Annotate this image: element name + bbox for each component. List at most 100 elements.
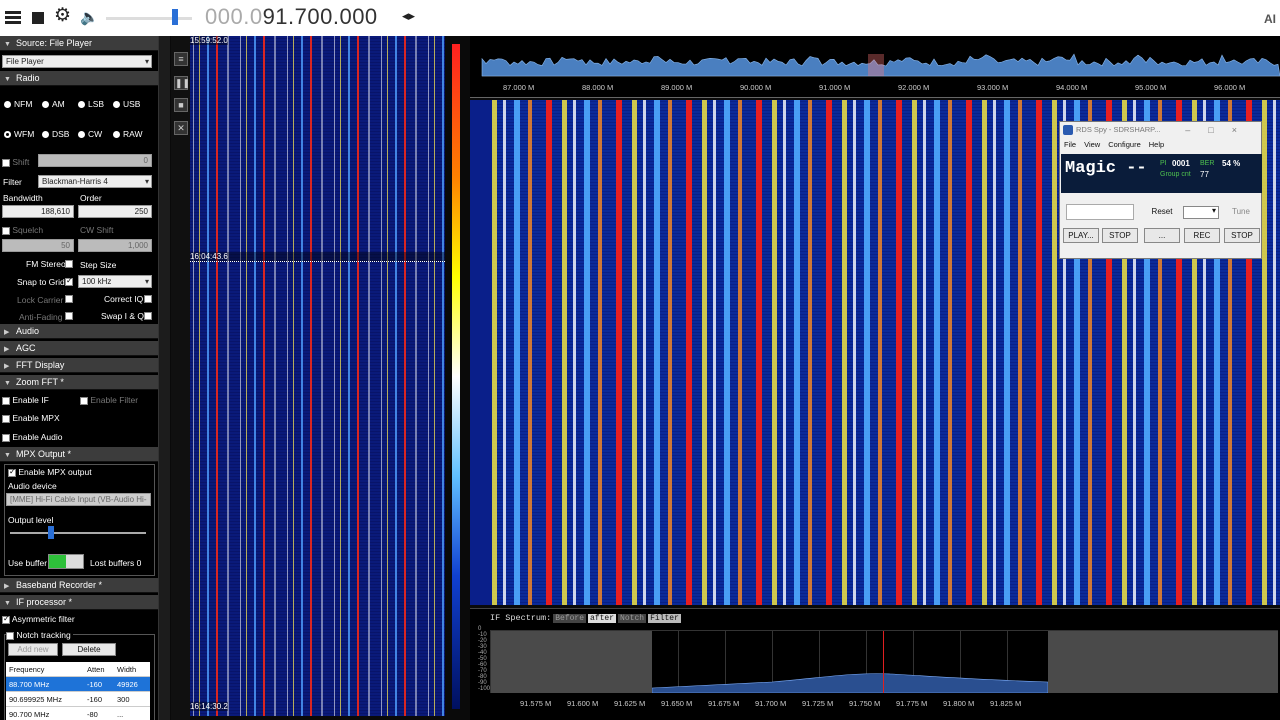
output-level-track[interactable]: [10, 532, 146, 534]
section-radio[interactable]: ▼ Radio: [0, 71, 158, 86]
section-zoom-fft[interactable]: ▼ Zoom FFT *: [0, 375, 158, 390]
enable-filter-checkbox[interactable]: Enable Filter: [80, 395, 138, 405]
rds-group-cnt-value: 77: [1200, 170, 1209, 179]
spectrum-tick-label: 92.000 M: [898, 83, 930, 92]
swap-iq-checkbox[interactable]: [144, 312, 152, 320]
if-tab-notch[interactable]: Notch: [618, 614, 647, 623]
rds-play-button[interactable]: PLAY...: [1063, 228, 1099, 243]
menu-view[interactable]: View: [1084, 140, 1100, 149]
rds-spy-window[interactable]: RDS Spy - SDRSHARP... –□× File View Configu…: [1059, 121, 1262, 259]
rds-title-bar[interactable]: RDS Spy - SDRSHARP... –□×: [1060, 122, 1261, 138]
mode-lsb[interactable]: LSB: [78, 99, 104, 109]
if-tick-label: 91.800 M: [943, 699, 975, 708]
menu-file[interactable]: File: [1064, 140, 1076, 149]
table-row[interactable]: 90.699925 MHz -160 300: [6, 692, 150, 707]
if-tab-filter[interactable]: Filter: [648, 614, 681, 623]
section-radio-label: Radio: [16, 73, 40, 83]
snap-grid-checkbox[interactable]: [65, 276, 73, 286]
anti-fading-checkbox[interactable]: [65, 312, 73, 320]
frequency-step-arrows-icon[interactable]: ◂▸: [402, 8, 415, 24]
table-header: Frequency Atten Width: [6, 662, 150, 677]
shift-checkbox[interactable]: Shift: [2, 157, 29, 167]
mpx-waterfall[interactable]: [190, 36, 445, 716]
mode-nfm[interactable]: NFM: [4, 99, 32, 109]
section-agc[interactable]: ▶ AGC: [0, 341, 158, 356]
hamburger-menu-icon[interactable]: [4, 9, 22, 27]
rds-combo-select[interactable]: ▾: [1183, 206, 1219, 219]
if-tab-after[interactable]: after: [588, 614, 617, 623]
if-tick-label: 91.700 M: [755, 699, 787, 708]
speaker-icon[interactable]: 🔈: [80, 8, 99, 26]
section-fft-display[interactable]: ▶ FFT Display: [0, 358, 158, 373]
enable-mpx-output-checkbox[interactable]: Enable MPX output: [8, 467, 92, 477]
menu-configure[interactable]: Configure: [1108, 140, 1141, 149]
output-level-thumb[interactable]: [47, 526, 54, 539]
expand-triangle-icon: ▶: [4, 363, 10, 370]
add-new-button[interactable]: Add new: [8, 643, 58, 656]
window-controls-icon[interactable]: –□×: [1185, 122, 1255, 138]
lost-buffers-label: Lost buffers 0: [90, 558, 142, 568]
waterfall-time-top: 15:59:52.0: [190, 36, 228, 45]
fm-stereo-checkbox[interactable]: [65, 260, 73, 268]
control-panel-scrollbar[interactable]: [158, 36, 170, 720]
section-audio[interactable]: ▶ Audio: [0, 324, 158, 339]
enable-audio-checkbox[interactable]: Enable Audio: [2, 432, 62, 442]
collapse-triangle-icon: ▼: [4, 380, 11, 387]
correct-iq-checkbox[interactable]: [144, 295, 152, 303]
asym-filter-checkbox[interactable]: Asymmetric filter: [2, 614, 75, 624]
enable-if-checkbox[interactable]: Enable IF: [2, 395, 49, 405]
mode-am[interactable]: AM: [42, 99, 65, 109]
rds-slider[interactable]: [1066, 204, 1134, 220]
cw-shift-input[interactable]: 1,000: [78, 239, 152, 252]
filter-label: Filter: [3, 177, 22, 187]
rds-stop-button[interactable]: STOP: [1102, 228, 1138, 243]
order-input[interactable]: 250: [78, 205, 152, 218]
section-baseband-recorder[interactable]: ▶ Baseband Recorder *: [0, 578, 158, 593]
cw-shift-label: CW Shift: [80, 225, 114, 235]
bandwidth-input[interactable]: 188,610: [2, 205, 74, 218]
stop-icon[interactable]: [32, 12, 44, 24]
step-size-select[interactable]: 100 kHz: [78, 275, 152, 288]
pause-icon[interactable]: ❚❚: [174, 76, 190, 90]
lock-carrier-checkbox[interactable]: [65, 295, 73, 303]
spectrum-tick-label: 96.000 M: [1214, 83, 1246, 92]
source-select[interactable]: File Player: [2, 55, 152, 68]
menu-help[interactable]: Help: [1149, 140, 1164, 149]
mode-usb[interactable]: USB: [113, 99, 140, 109]
audio-device-select[interactable]: [MME] Hi-Fi Cable Input (VB-Audio Hi-: [6, 493, 151, 506]
rds-stop-rec-button[interactable]: STOP: [1224, 228, 1260, 243]
spectrum-view-icon[interactable]: ≡: [174, 52, 188, 66]
section-mpx-output[interactable]: ▼ MPX Output *: [0, 447, 158, 462]
table-row[interactable]: 90.700 MHz -80...: [6, 707, 150, 720]
section-if-processor[interactable]: ▼ IF processor *: [0, 595, 158, 610]
volume-slider-track[interactable]: [106, 17, 192, 20]
enable-mpx-checkbox[interactable]: Enable MPX: [2, 413, 60, 423]
section-source[interactable]: ▼ Source: File Player: [0, 36, 158, 51]
rds-rec-button[interactable]: REC: [1184, 228, 1220, 243]
mode-dsb[interactable]: DSB: [42, 129, 69, 139]
mode-raw[interactable]: RAW: [113, 129, 143, 139]
volume-slider-thumb[interactable]: [172, 9, 178, 25]
table-row[interactable]: 88.700 MHz -160 49926: [6, 677, 150, 692]
if-tab-before[interactable]: Before: [553, 614, 587, 623]
notch-table: Frequency Atten Width 88.700 MHz -160 49926 …: [6, 662, 150, 720]
delete-button[interactable]: Delete: [62, 643, 116, 656]
if-tick-label: 91.825 M: [990, 699, 1022, 708]
output-level-label: Output level: [8, 515, 54, 525]
squelch-input[interactable]: 50: [2, 239, 74, 252]
gear-icon[interactable]: ⚙: [54, 6, 72, 26]
filter-select[interactable]: Blackman-Harris 4: [38, 175, 152, 188]
frequency-display[interactable]: 000.091.700.000: [205, 4, 378, 30]
mode-cw[interactable]: CW: [78, 129, 102, 139]
squelch-checkbox[interactable]: Squelch: [2, 225, 43, 235]
order-label: Order: [80, 193, 102, 203]
shift-input[interactable]: 0: [38, 154, 152, 167]
waterfall-time-bottom: 16:14:30.2: [190, 702, 228, 711]
stop-small-icon[interactable]: ■: [174, 98, 188, 112]
mode-wfm[interactable]: WFM: [4, 129, 34, 139]
tools-icon[interactable]: ✕: [174, 121, 188, 135]
notch-tracking-checkbox[interactable]: Notch tracking: [6, 630, 73, 640]
rds-more-button[interactable]: ...: [1144, 228, 1180, 243]
rds-reset-button[interactable]: Reset: [1144, 205, 1180, 220]
use-buffer-toggle[interactable]: [48, 554, 84, 569]
